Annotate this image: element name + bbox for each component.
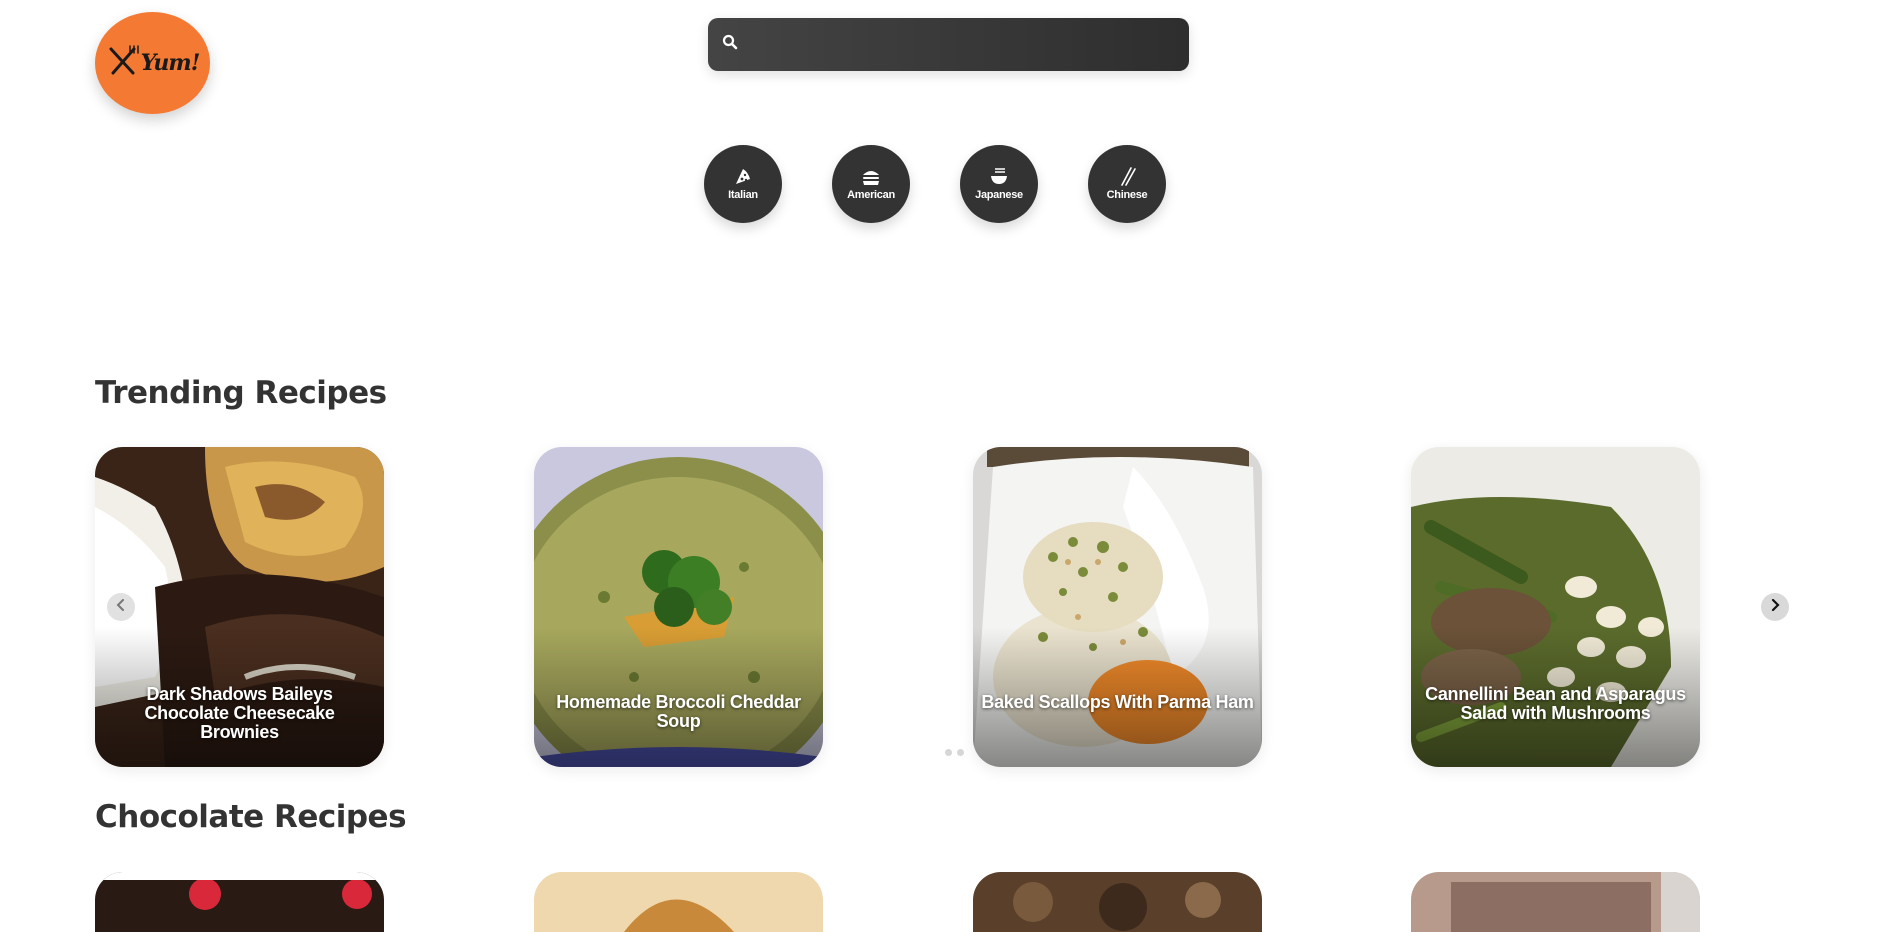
cuisine-button-italian[interactable]: Italian xyxy=(704,145,782,223)
recipe-card[interactable]: Cannellini Bean and Asparagus Salad with… xyxy=(1411,447,1700,767)
search-input[interactable] xyxy=(738,18,1189,71)
section-title-trending: Trending Recipes xyxy=(95,375,387,411)
brand-logo[interactable]: Yum! xyxy=(95,12,210,114)
search-icon xyxy=(722,34,738,55)
recipe-card[interactable] xyxy=(973,872,1262,932)
recipe-title: Dark Shadows Baileys Chocolate Cheesecak… xyxy=(144,684,335,742)
pizza-slice-icon xyxy=(733,167,753,187)
recipe-image xyxy=(973,872,1262,932)
recipe-card[interactable]: Homemade Broccoli Cheddar Soup xyxy=(534,447,823,767)
carousel-dot[interactable] xyxy=(945,749,952,756)
cuisine-button-american[interactable]: American xyxy=(832,145,910,223)
recipe-image xyxy=(534,872,823,932)
recipe-title: Baked Scallops With Parma Ham xyxy=(981,692,1254,712)
carousel-prev-button[interactable] xyxy=(107,593,135,621)
carousel-dot[interactable] xyxy=(957,749,964,756)
recipe-card[interactable] xyxy=(534,872,823,932)
recipe-card[interactable] xyxy=(1411,872,1700,932)
section-title-chocolate: Chocolate Recipes xyxy=(95,799,407,835)
cuisine-nav: Italian American Japanese Chinese xyxy=(0,145,1890,223)
hamburger-icon xyxy=(861,167,881,187)
carousel-next-button[interactable] xyxy=(1761,593,1789,621)
recipe-image xyxy=(95,872,384,932)
cuisine-button-chinese[interactable]: Chinese xyxy=(1088,145,1166,223)
fork-knife-icon xyxy=(106,44,140,83)
cuisine-label: Chinese xyxy=(1106,189,1148,201)
recipe-title: Cannellini Bean and Asparagus Salad with… xyxy=(1425,684,1686,723)
recipe-card[interactable]: Dark Shadows Baileys Chocolate Cheesecak… xyxy=(95,447,384,767)
carousel-dots xyxy=(945,749,964,756)
cuisine-button-japanese[interactable]: Japanese xyxy=(960,145,1038,223)
recipe-image xyxy=(1411,872,1700,932)
brand-logo-text: Yum! xyxy=(140,50,201,76)
cuisine-label: Japanese xyxy=(975,189,1023,201)
recipe-title: Homemade Broccoli Cheddar Soup xyxy=(556,692,801,731)
ramen-bowl-icon xyxy=(989,167,1009,187)
recipe-card[interactable]: Baked Scallops With Parma Ham xyxy=(973,447,1262,767)
cuisine-label: American xyxy=(847,189,895,201)
search-bar[interactable] xyxy=(708,18,1189,71)
chopsticks-icon xyxy=(1117,167,1137,187)
chevron-right-icon xyxy=(1769,598,1781,616)
chevron-left-icon xyxy=(115,598,127,616)
cuisine-label: Italian xyxy=(728,189,758,201)
recipe-card[interactable] xyxy=(95,872,384,932)
